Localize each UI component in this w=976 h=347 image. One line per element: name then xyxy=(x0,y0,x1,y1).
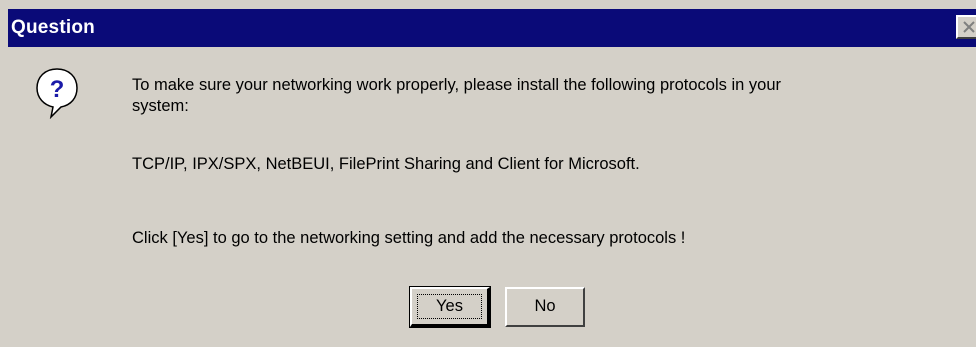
dialog-body: ? To make sure your networking work prop… xyxy=(8,47,976,347)
no-button[interactable]: No xyxy=(505,287,585,327)
yes-button[interactable]: Yes xyxy=(409,286,491,328)
svg-text:?: ? xyxy=(50,76,65,103)
title-bar[interactable]: Question xyxy=(8,9,976,47)
message-line-1: To make sure your networking work proper… xyxy=(132,76,782,94)
question-icon: ? xyxy=(36,68,78,119)
message-instruction: Click [Yes] to go to the networking sett… xyxy=(132,229,686,247)
message-protocols: TCP/IP, IPX/SPX, NetBEUI, FilePrint Shar… xyxy=(132,155,640,173)
no-button-label: No xyxy=(534,297,556,315)
close-button[interactable] xyxy=(956,15,976,39)
close-icon xyxy=(963,21,975,33)
dialog-title: Question xyxy=(11,17,95,38)
yes-button-label: Yes xyxy=(436,297,463,315)
question-dialog: Question ? To make sure your networking … xyxy=(0,0,976,347)
message-line-1-cont: system: xyxy=(132,97,189,115)
